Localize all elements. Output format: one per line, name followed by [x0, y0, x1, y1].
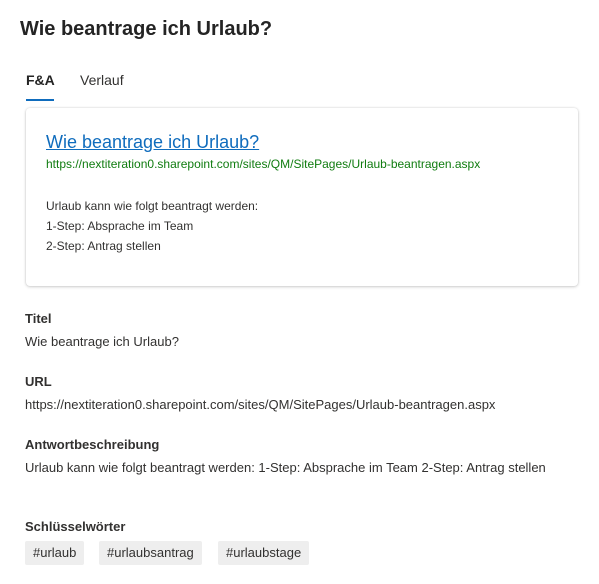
answer-field-label: Antwortbeschreibung [25, 437, 160, 452]
title-field-value: Wie beantrage ich Urlaub? [25, 334, 179, 349]
preview-card-title-link[interactable]: Wie beantrage ich Urlaub? [46, 130, 259, 154]
url-field-label: URL [25, 374, 52, 389]
title-field-label: Titel [25, 311, 52, 326]
answer-field-value: Urlaub kann wie folgt beantragt werden: … [25, 460, 546, 475]
keywords-field-label: Schlüsselwörter [25, 519, 126, 534]
description-line: Urlaub kann wie folgt beantragt werden: [46, 199, 259, 213]
description-line: 1-Step: Absprache im Team [46, 219, 194, 233]
keyword-tag: #urlaub [25, 541, 85, 565]
active-tab-indicator [26, 99, 54, 101]
url-field-value: https://nextiteration0.sharepoint.com/si… [25, 397, 496, 412]
tab-history[interactable]: Verlauf [80, 71, 124, 89]
keyword-tag: #urlaubstage [218, 541, 310, 565]
keyword-tag: #urlaubsantrag [99, 541, 202, 565]
preview-card-description: Urlaub kann wie folgt beantragt werden: … [46, 196, 258, 256]
page-title: Wie beantrage ich Urlaub? [20, 18, 273, 40]
preview-card: Wie beantrage ich Urlaub? https://nextit… [26, 108, 578, 286]
preview-card-url: https://nextiteration0.sharepoint.com/si… [46, 157, 481, 171]
description-line: 2-Step: Antrag stellen [46, 239, 161, 253]
tab-faq[interactable]: F&A [26, 71, 55, 89]
